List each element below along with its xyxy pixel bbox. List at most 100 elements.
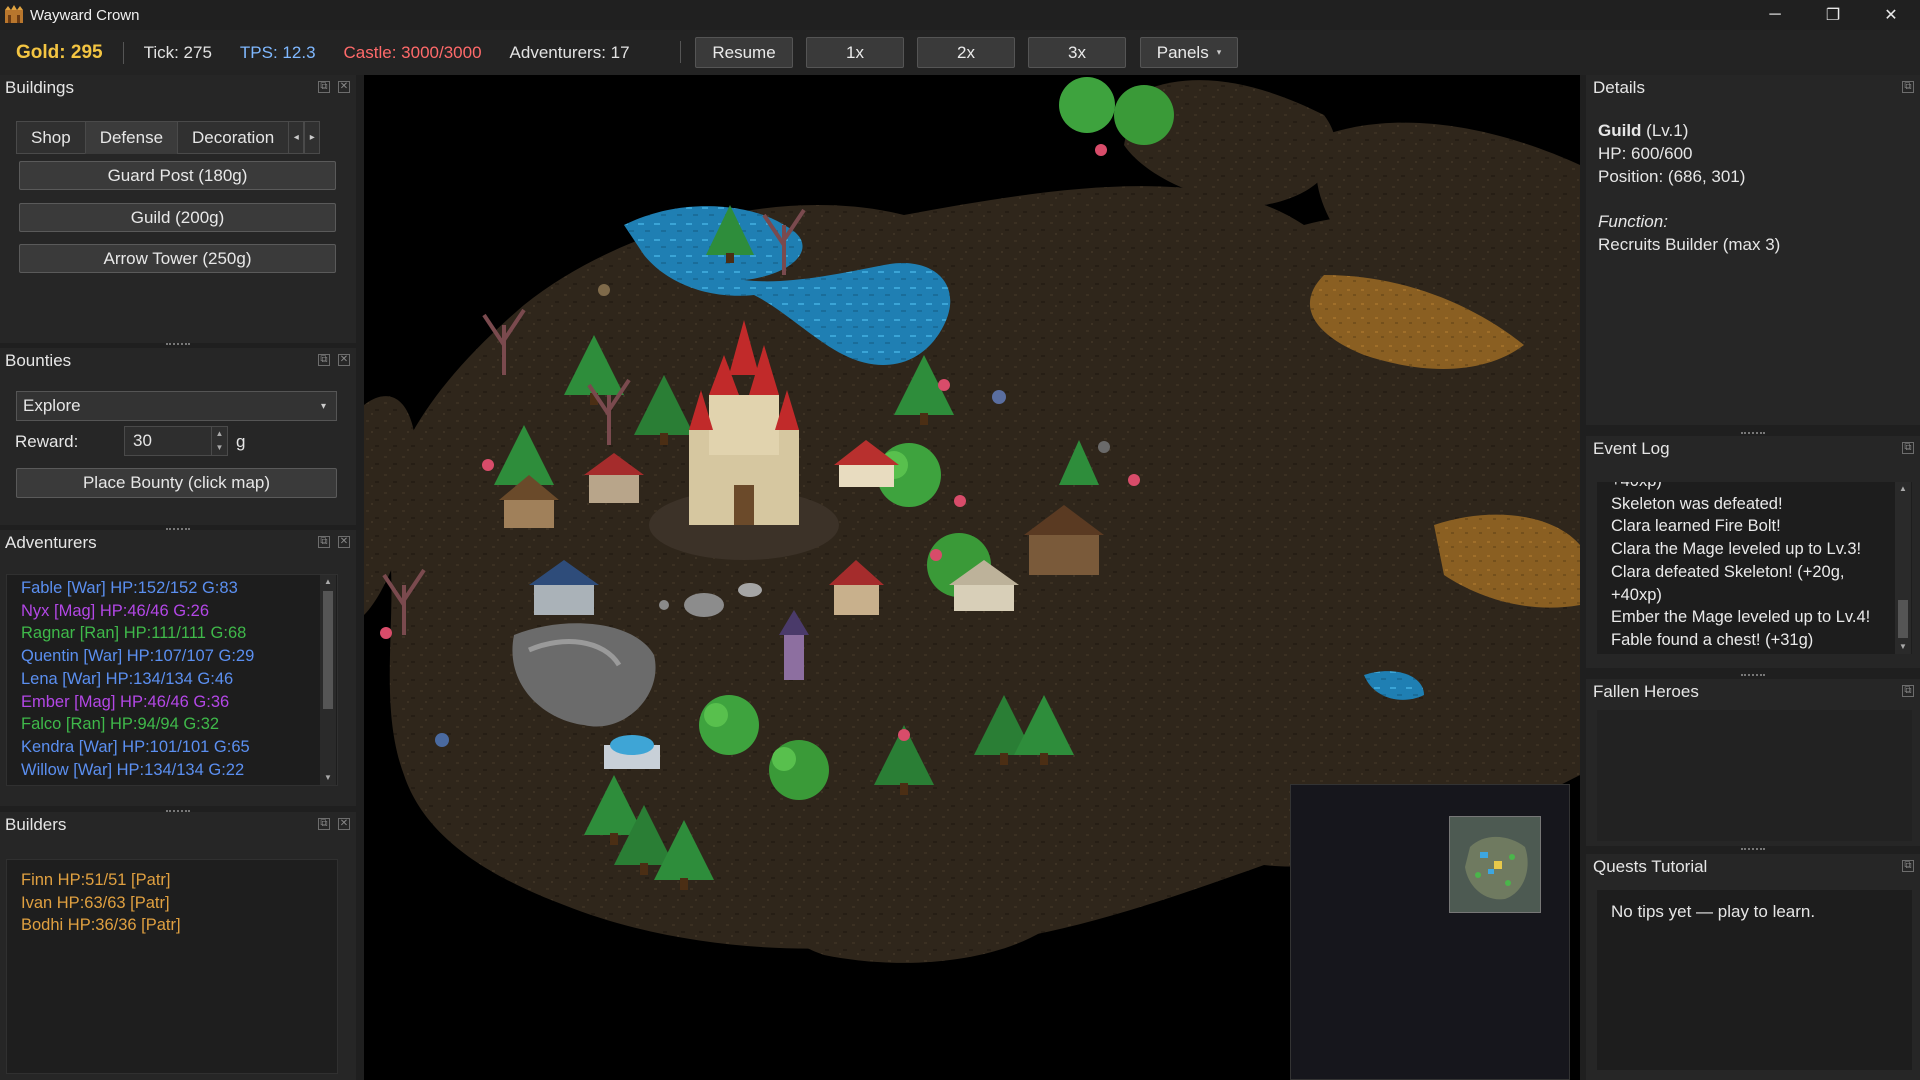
- close-window-button[interactable]: ✕: [1862, 0, 1920, 30]
- panel-resize-handle[interactable]: [1741, 848, 1765, 850]
- adventurer-count: Adventurers: 17: [509, 42, 630, 62]
- function-label: Function:: [1598, 212, 1668, 231]
- adventurer-row[interactable]: Clara [Mag] HP:52/52 G:44: [7, 781, 337, 785]
- gold-counter: Gold: 295: [16, 41, 103, 63]
- game-map-view[interactable]: [364, 75, 1580, 1080]
- panel-resize-handle[interactable]: [166, 343, 190, 345]
- scroll-up-icon[interactable]: ▲: [320, 575, 336, 589]
- float-panel-icon[interactable]: ⧉: [1902, 685, 1914, 697]
- spin-down-icon[interactable]: ▼: [212, 441, 227, 455]
- minimap[interactable]: [1449, 816, 1541, 913]
- adventurer-row[interactable]: Quentin [War] HP:107/107 G:29: [7, 645, 337, 668]
- title-bar: Wayward Crown ─ ❐ ✕: [0, 0, 1920, 30]
- chevron-down-icon: ▾: [320, 400, 326, 412]
- panel-resize-handle[interactable]: [1741, 674, 1765, 676]
- panel-resize-handle[interactable]: [1741, 432, 1765, 434]
- scroll-up-icon[interactable]: ▲: [1895, 482, 1911, 496]
- function-text: Recruits Builder (max 3): [1598, 235, 1781, 254]
- scroll-down-icon[interactable]: ▼: [320, 771, 336, 785]
- float-panel-icon[interactable]: ⧉: [318, 81, 330, 93]
- top-toolbar: Gold: 295 Tick: 275 TPS: 12.3 Castle: 30…: [0, 30, 1920, 75]
- float-panel-icon[interactable]: ⧉: [318, 536, 330, 548]
- panel-title: Buildings: [5, 78, 74, 97]
- scroll-thumb[interactable]: [1898, 600, 1908, 638]
- adventurer-list[interactable]: Fable [War] HP:152/152 G:83 Nyx [Mag] HP:…: [6, 574, 338, 786]
- scroll-thumb[interactable]: [323, 591, 333, 709]
- speed-1x-button[interactable]: 1x: [806, 37, 904, 68]
- close-panel-icon[interactable]: ✕: [338, 354, 350, 366]
- adventurer-row[interactable]: Nyx [Mag] HP:46/46 G:26: [7, 600, 337, 623]
- adventurers-panel: Adventurers ⧉ ✕ Fable [War] HP:152/152 G…: [0, 530, 356, 812]
- build-guard-post-button[interactable]: Guard Post (180g): [19, 161, 336, 190]
- panels-menu-button[interactable]: Panels ▾: [1140, 37, 1238, 68]
- spin-up-icon[interactable]: ▲: [212, 427, 227, 441]
- castle-hp: Castle: 3000/3000: [343, 42, 482, 62]
- event-log-scrollbar[interactable]: ▲ ▼: [1895, 482, 1911, 654]
- event-log-entry: Clara learned Fire Bolt!: [1611, 517, 1781, 536]
- tab-scroll-left-icon[interactable]: ◂: [288, 121, 305, 154]
- event-log-entry: Clara defeated Skeleton! (+20g, +40xp): [1611, 562, 1845, 604]
- tips-box: No tips yet — play to learn.: [1597, 890, 1912, 1070]
- scroll-down-icon[interactable]: ▼: [1895, 640, 1911, 654]
- adventurer-row[interactable]: Ragnar [Ran] HP:111/111 G:68: [7, 622, 337, 645]
- resume-button[interactable]: Resume: [695, 37, 793, 68]
- adventurer-row[interactable]: Falco [Ran] HP:94/94 G:32: [7, 713, 337, 736]
- details-body: Guild (Lv.1) HP: 600/600 Position: (686,…: [1598, 119, 1780, 256]
- panels-label: Panels: [1156, 42, 1209, 62]
- selected-building-name: Guild: [1598, 121, 1642, 140]
- selected-building-level: (Lv.1): [1641, 121, 1689, 140]
- minimap-image: [1450, 817, 1540, 912]
- float-panel-icon[interactable]: ⧉: [1902, 860, 1914, 872]
- buildings-panel: Buildings ⧉ ✕ Shop Defense Decoration ◂ …: [0, 75, 356, 345]
- build-arrow-tower-button[interactable]: Arrow Tower (250g): [19, 244, 336, 273]
- float-panel-icon[interactable]: ⧉: [318, 818, 330, 830]
- panel-title: Quests Tutorial: [1593, 857, 1708, 876]
- adventurer-row[interactable]: Kendra [War] HP:101/101 G:65: [7, 736, 337, 759]
- float-panel-icon[interactable]: ⧉: [318, 354, 330, 366]
- tab-defense[interactable]: Defense: [84, 121, 179, 154]
- reward-spinbox[interactable]: 30 ▲ ▼: [124, 426, 228, 456]
- adventurer-row[interactable]: Fable [War] HP:152/152 G:83: [7, 577, 337, 600]
- adventurer-row[interactable]: Lena [War] HP:134/134 G:46: [7, 668, 337, 691]
- panel-title: Bounties: [5, 351, 72, 370]
- panel-title: Event Log: [1593, 439, 1670, 458]
- event-log-entry: Clara the Mage leveled up to Lv.3!: [1611, 540, 1862, 559]
- close-panel-icon[interactable]: ✕: [338, 818, 350, 830]
- minimize-button[interactable]: ─: [1746, 0, 1804, 30]
- float-panel-icon[interactable]: ⧉: [1902, 81, 1914, 93]
- builders-panel: Builders ⧉ ✕ Finn HP:51/51 [Patr] Ivan HP…: [0, 812, 356, 1080]
- selected-building-name-row: Guild (Lv.1): [1598, 119, 1780, 142]
- tick-counter: Tick: 275: [143, 42, 212, 62]
- bounty-type-select[interactable]: Explore ▾: [16, 391, 337, 421]
- crown-app-icon: [5, 5, 23, 23]
- place-bounty-button[interactable]: Place Bounty (click map): [16, 468, 337, 498]
- adventurer-list-scrollbar[interactable]: ▲ ▼: [320, 575, 336, 785]
- reward-unit: g: [236, 432, 246, 451]
- tab-decoration[interactable]: Decoration: [177, 121, 290, 154]
- speed-3x-button[interactable]: 3x: [1028, 37, 1126, 68]
- fallen-heroes-panel: Fallen Heroes ⧉: [1586, 679, 1920, 850]
- close-panel-icon[interactable]: ✕: [338, 536, 350, 548]
- event-log-entry: Fable found a chest! (+31g): [1611, 630, 1814, 649]
- adventurer-row[interactable]: Ember [Mag] HP:46/46 G:36: [7, 691, 337, 714]
- panel-title: Adventurers: [5, 533, 97, 552]
- bounties-panel: Bounties ⧉ ✕ Explore ▾ Reward: 30 ▲ ▼ g …: [0, 348, 356, 530]
- tab-shop[interactable]: Shop: [16, 121, 86, 154]
- tab-scroll-right-icon[interactable]: ▸: [304, 121, 321, 154]
- builder-row[interactable]: Finn HP:51/51 [Patr]: [7, 869, 337, 892]
- builder-list[interactable]: Finn HP:51/51 [Patr] Ivan HP:63/63 [Patr]…: [6, 859, 338, 1074]
- float-panel-icon[interactable]: ⧉: [1902, 442, 1914, 454]
- builder-row[interactable]: Bodhi HP:36/36 [Patr]: [7, 914, 337, 937]
- speed-2x-button[interactable]: 2x: [917, 37, 1015, 68]
- maximize-button[interactable]: ❐: [1804, 0, 1862, 30]
- event-log-entry: +40xp): [1597, 482, 1912, 493]
- event-log-list[interactable]: +40xp)Skeleton was defeated! Clara learne…: [1597, 482, 1912, 654]
- quests-panel: Quests Tutorial ⧉ No tips yet — play to …: [1586, 854, 1920, 1080]
- minimap-panel: [1290, 784, 1570, 1080]
- close-panel-icon[interactable]: ✕: [338, 81, 350, 93]
- adventurer-row[interactable]: Willow [War] HP:134/134 G:22: [7, 759, 337, 782]
- build-guild-button[interactable]: Guild (200g): [19, 203, 336, 232]
- fallen-heroes-list[interactable]: [1597, 710, 1912, 841]
- event-log-entry: Ember the Mage leveled up to Lv.4!: [1611, 608, 1871, 627]
- builder-row[interactable]: Ivan HP:63/63 [Patr]: [7, 892, 337, 915]
